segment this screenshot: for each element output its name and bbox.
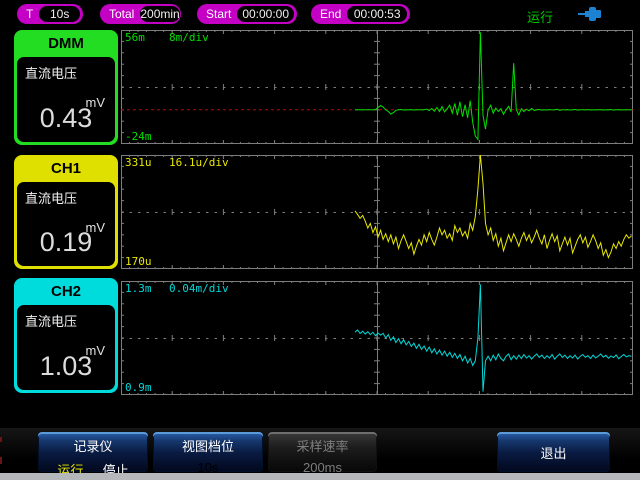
run-status-text: 运行 <box>527 7 553 26</box>
sample-rate-title: 采样速率 <box>268 436 377 455</box>
dmm-trend-plot <box>121 30 633 144</box>
power-plug-icon <box>578 6 606 22</box>
ch2-axis-per-div: 0.04m/div <box>169 283 229 294</box>
ch2-panel-body: 直流电压 mV 1.03 <box>17 305 115 390</box>
ch1-reading-value: 0.19 <box>17 227 115 258</box>
view-scale-title: 视图档位 <box>153 436 263 455</box>
total-time-value: 200min <box>140 6 179 22</box>
dmm-trend-chart: 56m 8m/div -24m <box>121 30 633 144</box>
dmm-panel-body: 直流电压 mV 0.43 <box>17 57 115 142</box>
ch2-mode-label: 直流电压 <box>25 311 77 330</box>
softkey-menu-bar: 记录仪 运行 停止 视图档位 10s 采样速率 200ms 退出 <box>0 428 640 473</box>
dmm-mode-label: 直流电压 <box>25 63 77 82</box>
dmm-axis-top-value: 56m <box>125 32 145 43</box>
start-time-badge: Start 00:00:00 <box>197 4 297 24</box>
ch1-trend-plot <box>121 155 633 269</box>
dmm-axis-bottom-value: -24m <box>125 131 152 142</box>
start-time-value: 00:00:00 <box>237 6 294 22</box>
ch2-axis-top-value: 1.3m <box>125 283 152 294</box>
end-time-label: End <box>311 7 347 21</box>
end-time-badge: End 00:00:53 <box>311 4 410 24</box>
ch1-axis-per-div: 16.1u/div <box>169 157 229 168</box>
dmm-panel-title: DMM <box>14 30 118 57</box>
ch2-trend-chart: 1.3m 0.04m/div 0.9m <box>121 281 633 395</box>
ch1-mode-label: 直流电压 <box>25 188 77 207</box>
panel-edge-mark-top <box>0 437 2 442</box>
ch1-panel-body: 直流电压 mV 0.19 <box>17 182 115 266</box>
total-time-badge: Total 200min <box>100 4 181 24</box>
ch1-axis-bottom-value: 170u <box>125 256 152 267</box>
sample-rate-button: 采样速率 200ms <box>268 432 377 472</box>
ch2-panel: CH2 直流电压 mV 1.03 <box>14 278 118 393</box>
recorder-run-stop-button[interactable]: 记录仪 运行 停止 <box>38 432 148 472</box>
panel-edge-mark-bottom <box>0 457 2 464</box>
ch1-panel: CH1 直流电压 mV 0.19 <box>14 155 118 269</box>
exit-button[interactable]: 退出 <box>497 432 610 472</box>
ch2-reading-value: 1.03 <box>17 351 115 382</box>
recorder-screen: T 10s Total 200min Start 00:00:00 End 00… <box>0 0 640 480</box>
time-per-div-label: T <box>17 7 39 21</box>
ch1-panel-title: CH1 <box>14 155 118 182</box>
dmm-axis-per-div: 8m/div <box>169 32 209 43</box>
total-time-label: Total <box>100 7 140 21</box>
dmm-reading-value: 0.43 <box>17 103 115 134</box>
ch2-axis-bottom-value: 0.9m <box>125 382 152 393</box>
ch1-axis-top-value: 331u <box>125 157 152 168</box>
recorder-button-title: 记录仪 <box>38 436 148 455</box>
ch2-trend-plot <box>121 281 633 395</box>
time-per-div-badge: T 10s <box>17 4 83 24</box>
ch1-trend-chart: 331u 16.1u/div 170u <box>121 155 633 269</box>
start-time-label: Start <box>197 7 237 21</box>
ch2-panel-title: CH2 <box>14 278 118 305</box>
end-time-value: 00:00:53 <box>347 6 407 22</box>
view-scale-button[interactable]: 视图档位 10s <box>153 432 263 472</box>
dmm-panel: DMM 直流电压 mV 0.43 <box>14 30 118 145</box>
exit-button-label: 退出 <box>540 443 566 462</box>
bezel-bottom-strip <box>0 473 640 480</box>
time-per-div-value: 10s <box>39 6 80 22</box>
